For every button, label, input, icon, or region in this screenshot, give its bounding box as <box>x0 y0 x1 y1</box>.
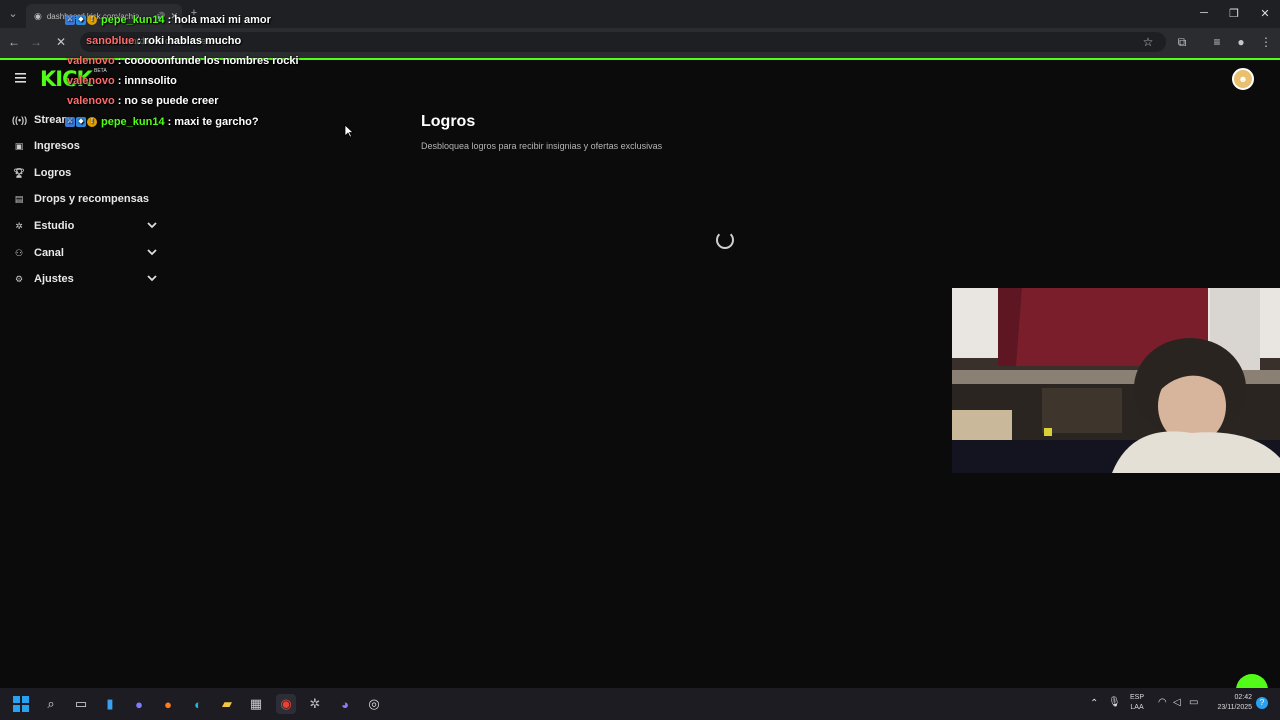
wifi-icon[interactable]: ◠ <box>1158 697 1167 708</box>
address-bar[interactable]: dashboard.kick.com/achievements <box>80 32 1166 52</box>
microphone-icon[interactable]: 🎙︎ <box>1108 697 1121 708</box>
notifications-icon[interactable]: ? <box>1256 697 1268 709</box>
sidebar-item-ingresos[interactable]: ▣ Ingresos <box>12 136 162 156</box>
loading-spinner-icon <box>716 231 734 249</box>
task-view-icon[interactable]: ▭ <box>71 694 91 714</box>
edge-icon[interactable]: ◐ <box>188 694 208 714</box>
sidebar-item-label: Canal <box>34 247 64 259</box>
sidebar-item-label: Ingresos <box>34 140 80 152</box>
overlay-chat-message: sanoblue : roki hablas mucho <box>86 35 242 47</box>
forward-icon[interactable]: → <box>27 33 45 51</box>
tab-search-icon[interactable]: ⌄ <box>6 6 20 20</box>
tab-favicon-icon: ◉ <box>34 10 42 21</box>
extensions-icon[interactable]: ⧉ <box>1173 33 1191 51</box>
chat-username: valenovo <box>67 75 115 87</box>
sidebar-item-canal[interactable]: ⚇ Canal <box>12 243 162 263</box>
clock-time: 02:42 <box>1234 694 1252 701</box>
minimize-icon[interactable]: ─ <box>1189 4 1219 22</box>
store-icon[interactable]: ▦ <box>246 694 266 714</box>
profile-icon[interactable]: ● <box>1232 33 1250 51</box>
gear-icon: ⚙ <box>14 273 24 284</box>
overlay-chat-message: valenovo : innnsolito <box>67 75 177 87</box>
chat-username: sanoblue <box>86 35 135 47</box>
app-icon[interactable]: ✲ <box>305 694 325 714</box>
browser-menu-icon[interactable]: ⋮ <box>1257 33 1275 51</box>
overlay-chat-message: valenovo : no se puede creer <box>67 95 219 107</box>
wallet-icon: ▣ <box>14 140 24 151</box>
shield-badge-icon: ◆ <box>76 117 86 127</box>
page-title: Logros <box>421 113 476 130</box>
back-icon[interactable]: ← <box>5 33 23 51</box>
keyboard-layout: LAA <box>1130 704 1144 711</box>
chat-app-icon[interactable]: ● <box>129 694 149 714</box>
firefox-icon[interactable]: ● <box>158 694 178 714</box>
hamburger-menu-icon[interactable] <box>13 71 29 85</box>
sidebar-item-label: Logros <box>34 167 72 179</box>
gift-icon: ▤ <box>14 193 24 204</box>
tray-expand-icon[interactable]: ⌃ <box>1090 698 1098 709</box>
start-icon[interactable] <box>11 694 31 714</box>
sidebar-item-label: Ajustes <box>34 273 74 285</box>
battery-icon[interactable]: ▭ <box>1189 697 1198 708</box>
chevron-down-icon <box>147 275 157 282</box>
chat-message-text: roki hablas mucho <box>143 35 242 47</box>
media-controls-icon[interactable]: ≡ <box>1208 33 1226 51</box>
discord-icon[interactable]: ◕ <box>335 694 355 714</box>
chat-message-text: innnsolito <box>124 75 177 87</box>
chat-username: pepe_kun14 <box>101 116 165 128</box>
trophy-icon: 🏆︎ <box>13 167 25 178</box>
user-avatar[interactable]: ☻ <box>1232 68 1254 90</box>
chat-username: pepe_kun14 <box>101 14 165 26</box>
mod-badge-icon: ⚔ <box>65 15 75 25</box>
mouse-cursor-icon <box>344 124 355 143</box>
sidebar-item-drops[interactable]: ▤ Drops y recompensas <box>12 189 162 209</box>
webcam-overlay <box>952 288 1280 473</box>
volume-icon[interactable]: ◁ <box>1173 697 1181 708</box>
sidebar-item-logros[interactable]: 🏆︎ Logros <box>12 163 162 183</box>
sidebar-item-estudio[interactable]: ✲ Estudio <box>12 216 162 236</box>
sidebar-item-label: Estudio <box>34 220 75 232</box>
file-explorer-icon[interactable]: ▰ <box>217 694 237 714</box>
window-close-icon[interactable]: ✕ <box>1250 4 1280 22</box>
chat-message-text: maxi te garcho? <box>174 116 259 128</box>
overlay-chat-message: valenovo : cooooonfunde los nombres rock… <box>67 55 299 67</box>
stop-loading-icon[interactable]: ✕ <box>52 33 70 51</box>
chat-username: valenovo <box>67 55 115 67</box>
chat-message-text: cooooonfunde los nombres rocki <box>124 55 299 67</box>
chat-message-text: hola maxi mi amor <box>174 14 271 26</box>
page-subtitle: Desbloquea logros para recibir insignias… <box>421 141 663 151</box>
mod-badge-icon: ⚔ <box>65 117 75 127</box>
chat-username: valenovo <box>67 95 115 107</box>
shield-badge-icon: ◆ <box>76 15 86 25</box>
sidebar-item-ajustes[interactable]: ⚙ Ajustes <box>12 269 162 289</box>
overlay-chat-message: ⚔ ◆ ! pepe_kun14 : hola maxi mi amor <box>65 14 271 26</box>
gift-badge-icon: ! <box>87 15 97 25</box>
channel-icon: ⚇ <box>14 247 24 258</box>
language-code: ESP <box>1130 694 1145 701</box>
obs-icon[interactable]: ◎ <box>364 694 384 714</box>
broadcast-icon: ((•)) <box>12 115 28 125</box>
sidebar-item-label: Drops y recompensas <box>34 193 149 205</box>
clock-date: 23/11/2025 <box>1217 704 1252 711</box>
widgets-icon[interactable]: ▮ <box>100 694 120 714</box>
chat-message-text: no se puede creer <box>124 95 219 107</box>
gift-badge-icon: ! <box>87 117 97 127</box>
search-icon[interactable]: ⌕ <box>41 694 61 714</box>
overlay-chat-message: ⚔ ◆ ! pepe_kun14 : maxi te garcho? <box>65 116 259 128</box>
chrome-icon[interactable]: ◉ <box>276 694 296 714</box>
restore-icon[interactable]: ❐ <box>1219 4 1249 22</box>
clock[interactable]: 02:42 23/11/2025 <box>1208 693 1252 713</box>
studio-icon: ✲ <box>15 220 23 231</box>
bookmark-star-icon[interactable]: ☆ <box>1139 33 1157 51</box>
chevron-down-icon <box>147 222 157 229</box>
language-indicator[interactable]: ESP LAA <box>1130 693 1144 713</box>
chevron-down-icon <box>147 249 157 256</box>
